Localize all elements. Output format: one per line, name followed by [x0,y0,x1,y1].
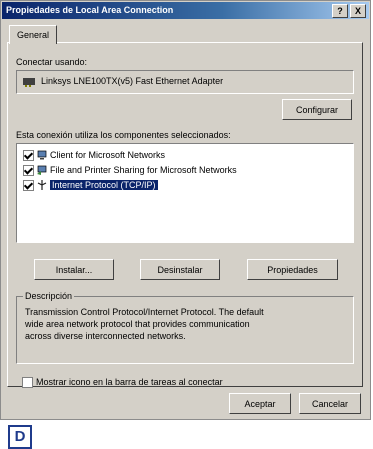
protocol-icon [37,180,47,190]
help-button[interactable]: ? [332,4,348,18]
properties-button[interactable]: Propiedades [247,259,338,280]
adapter-name: Linksys LNE100TX(v5) Fast Ethernet Adapt… [41,76,224,86]
components-list[interactable]: Client for Microsoft Networks File and P… [16,143,354,243]
general-tab-panel: Conectar usando: Linksys LNE100TX(v5) Fa… [7,42,363,389]
connect-using-label: Conectar usando: [16,57,88,67]
configure-button[interactable]: Configurar [282,99,352,120]
network-adapter-icon [23,78,35,87]
accept-button[interactable]: Aceptar [229,393,291,414]
list-item[interactable]: Internet Protocol (TCP/IP) [23,178,158,192]
uninstall-button[interactable]: Desinstalar [140,259,220,280]
list-item[interactable]: File and Printer Sharing for Microsoft N… [23,163,237,177]
components-label: Esta conexión utiliza los componentes se… [16,130,231,140]
figure-label-badge: D [8,425,32,449]
component-checkbox[interactable] [23,164,34,176]
description-legend: Descripción [23,291,75,301]
file-printer-sharing-icon [37,165,47,175]
description-line: wide area network protocol that provides… [25,319,250,329]
properties-dialog: Propiedades de Local Area Connection ? X… [0,0,371,420]
adapter-field: Linksys LNE100TX(v5) Fast Ethernet Adapt… [16,70,354,94]
description-group: Descripción Transmission Control Protoco… [16,291,354,364]
window-title: Propiedades de Local Area Connection [6,5,174,15]
title-bar[interactable]: Propiedades de Local Area Connection ? X [2,2,369,19]
show-taskbar-icon-label: Mostrar icono en la barra de tareas al c… [36,377,223,387]
list-item[interactable]: Client for Microsoft Networks [23,148,165,162]
show-taskbar-icon-option[interactable]: Mostrar icono en la barra de tareas al c… [22,375,223,389]
tab-general[interactable]: General [9,25,57,44]
component-checkbox[interactable] [23,179,34,191]
component-label: File and Printer Sharing for Microsoft N… [50,165,237,175]
install-button[interactable]: Instalar... [34,259,114,280]
component-checkbox[interactable] [23,149,34,161]
close-button[interactable]: X [350,4,366,18]
show-taskbar-icon-checkbox[interactable] [22,376,33,388]
component-label: Internet Protocol (TCP/IP) [50,180,158,190]
description-line: across diverse interconnected networks. [25,331,186,341]
component-label: Client for Microsoft Networks [50,150,166,160]
cancel-button[interactable]: Cancelar [299,393,361,414]
network-client-icon [37,150,47,160]
description-line: Transmission Control Protocol/Internet P… [25,307,264,317]
